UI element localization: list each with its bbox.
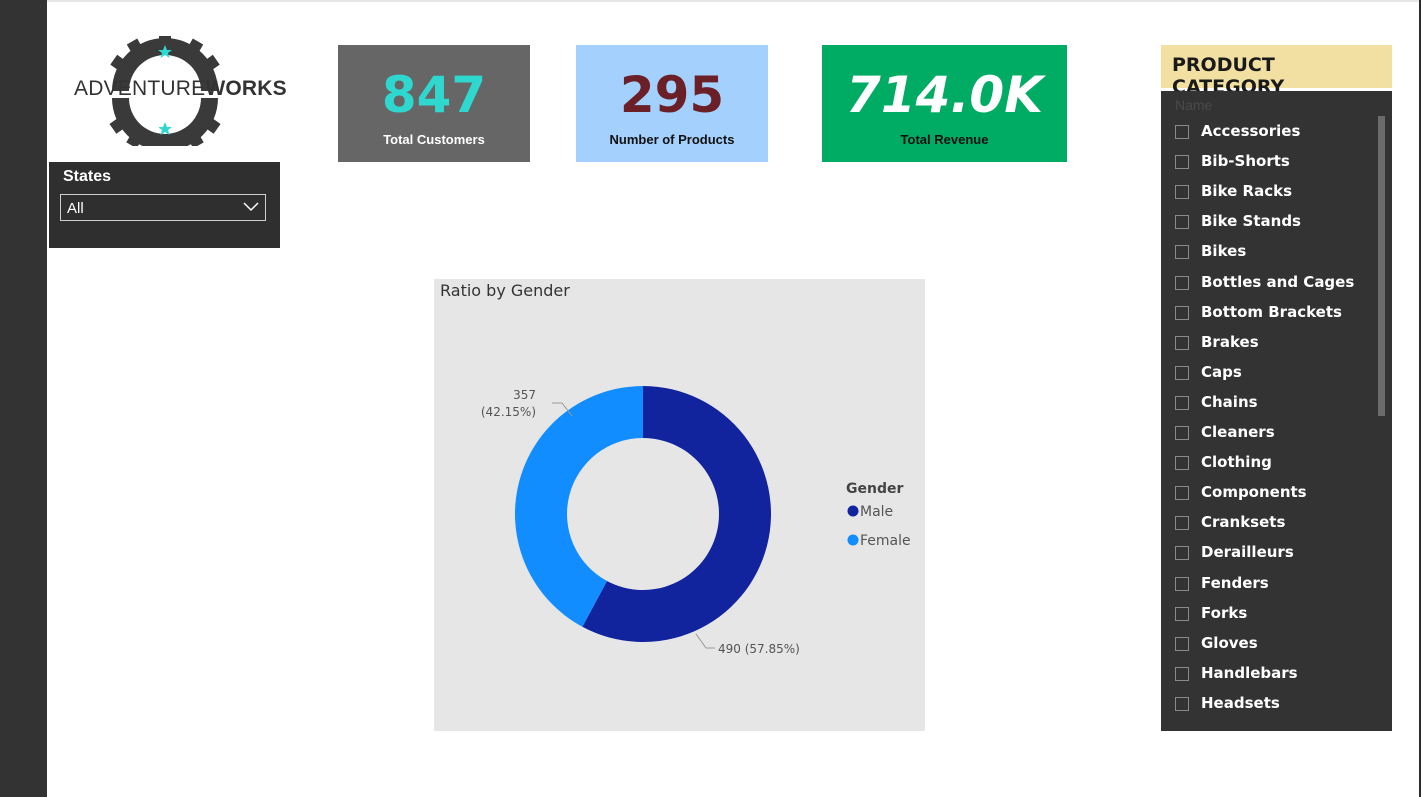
product-category-header: PRODUCT CATEGORY bbox=[1161, 45, 1392, 98]
category-item-label: Components bbox=[1201, 483, 1307, 502]
brand-name: ADVENTUREWORKS bbox=[74, 77, 287, 101]
legend-marker-female bbox=[847, 534, 859, 546]
checkbox-icon[interactable] bbox=[1175, 606, 1189, 621]
kpi-label: Number of Products bbox=[609, 132, 735, 147]
checkbox-icon[interactable] bbox=[1175, 215, 1189, 230]
states-slicer: States All bbox=[49, 162, 280, 248]
checkbox-icon[interactable] bbox=[1175, 576, 1189, 591]
category-item-label: Gloves bbox=[1201, 633, 1258, 652]
category-item-label: Bottles and Cages bbox=[1201, 272, 1355, 291]
kpi-value: 847 bbox=[381, 66, 487, 124]
chevron-down-icon[interactable] bbox=[243, 201, 259, 213]
checkbox-icon[interactable] bbox=[1175, 125, 1189, 139]
checkbox-icon[interactable] bbox=[1175, 456, 1189, 471]
data-label-female-pct: (42.15%) bbox=[481, 405, 536, 419]
category-item-label: Bike Stands bbox=[1201, 212, 1301, 231]
checkbox-icon[interactable] bbox=[1175, 516, 1189, 531]
category-item-label: Headsets bbox=[1201, 693, 1280, 712]
data-label-female-count: 357 bbox=[513, 388, 536, 402]
category-item-label: Forks bbox=[1201, 603, 1248, 622]
category-item-label: Clothing bbox=[1201, 453, 1272, 472]
top-divider bbox=[47, 0, 1421, 2]
states-title: States bbox=[63, 168, 112, 185]
checkbox-icon[interactable] bbox=[1175, 426, 1189, 440]
donut-chart-svg: 357 (42.15%) 490 (57.85%) Gender Male Fe… bbox=[481, 386, 911, 656]
checkbox-icon[interactable] bbox=[1175, 486, 1189, 501]
brand-part2: WORKS bbox=[205, 77, 287, 100]
kpi-label: Total Customers bbox=[383, 132, 485, 147]
gender-ratio-chart[interactable]: Ratio by Gender 357 (42.15%) 490 (57.85%… bbox=[434, 279, 925, 731]
kpi-value: 714.0K bbox=[846, 66, 1043, 124]
leader-line-male bbox=[695, 633, 715, 649]
checkbox-icon[interactable] bbox=[1175, 245, 1189, 260]
checkbox-icon[interactable] bbox=[1175, 155, 1189, 170]
kpi-card-number-of-products: 295 Number of Products bbox=[576, 45, 768, 162]
checkbox-icon[interactable] bbox=[1175, 275, 1189, 290]
checkbox-icon[interactable] bbox=[1175, 335, 1189, 350]
legend-item-male[interactable]: Male bbox=[847, 504, 894, 520]
checkbox-icon[interactable] bbox=[1175, 185, 1189, 200]
category-item-label: Cleaners bbox=[1201, 423, 1275, 441]
kpi-card-total-revenue: 714.0K Total Revenue bbox=[822, 45, 1067, 162]
category-item-label: Chains bbox=[1201, 392, 1258, 411]
category-item-label: Bike Racks bbox=[1201, 182, 1293, 201]
checkbox-icon[interactable] bbox=[1175, 666, 1189, 681]
category-item-label: Bikes bbox=[1201, 242, 1247, 261]
category-item-label: Derailleurs bbox=[1201, 543, 1294, 562]
checkbox-icon[interactable] bbox=[1175, 696, 1189, 711]
legend-marker-male bbox=[847, 505, 859, 517]
checkbox-icon[interactable] bbox=[1175, 395, 1189, 410]
checkbox-icon[interactable] bbox=[1175, 365, 1189, 380]
states-selected-value: All bbox=[67, 200, 84, 217]
legend-item-female[interactable]: Female bbox=[847, 533, 911, 549]
checkbox-icon[interactable] bbox=[1175, 636, 1189, 651]
checkbox-icon[interactable] bbox=[1175, 305, 1189, 320]
adventureworks-logo: BIKE SHOP ADVENTUREWORKS bbox=[70, 36, 287, 146]
kpi-label: Total Revenue bbox=[900, 132, 989, 147]
kpi-value: 295 bbox=[619, 66, 725, 124]
states-dropdown[interactable]: All bbox=[60, 194, 266, 221]
data-label-male: 490 (57.85%) bbox=[718, 642, 800, 656]
category-item-label: Bib-Shorts bbox=[1201, 152, 1290, 171]
category-item-label: Fenders bbox=[1201, 573, 1269, 592]
slicer-scrollbar[interactable] bbox=[1378, 116, 1385, 416]
slicer-column-header: Name bbox=[1175, 97, 1213, 113]
left-rail bbox=[0, 0, 47, 797]
category-item-label: Bottom Brackets bbox=[1201, 302, 1342, 321]
category-item-label: Handlebars bbox=[1201, 663, 1298, 682]
checkbox-icon[interactable] bbox=[1175, 546, 1189, 561]
legend-title: Gender bbox=[846, 481, 903, 497]
kpi-card-total-customers: 847 Total Customers bbox=[338, 45, 530, 162]
brand-part1: ADVENTURE bbox=[74, 77, 206, 100]
category-item-label: Caps bbox=[1201, 362, 1242, 381]
category-item-label: Brakes bbox=[1201, 332, 1259, 351]
category-item-label: Cranksets bbox=[1201, 513, 1286, 532]
product-category-slicer: Name Accessories Bib-Shorts Bike Racks Bike… bbox=[1161, 91, 1392, 731]
category-item-label: Accessories bbox=[1201, 122, 1301, 140]
legend-label-female: Female bbox=[860, 533, 911, 549]
legend-label-male: Male bbox=[860, 504, 893, 520]
